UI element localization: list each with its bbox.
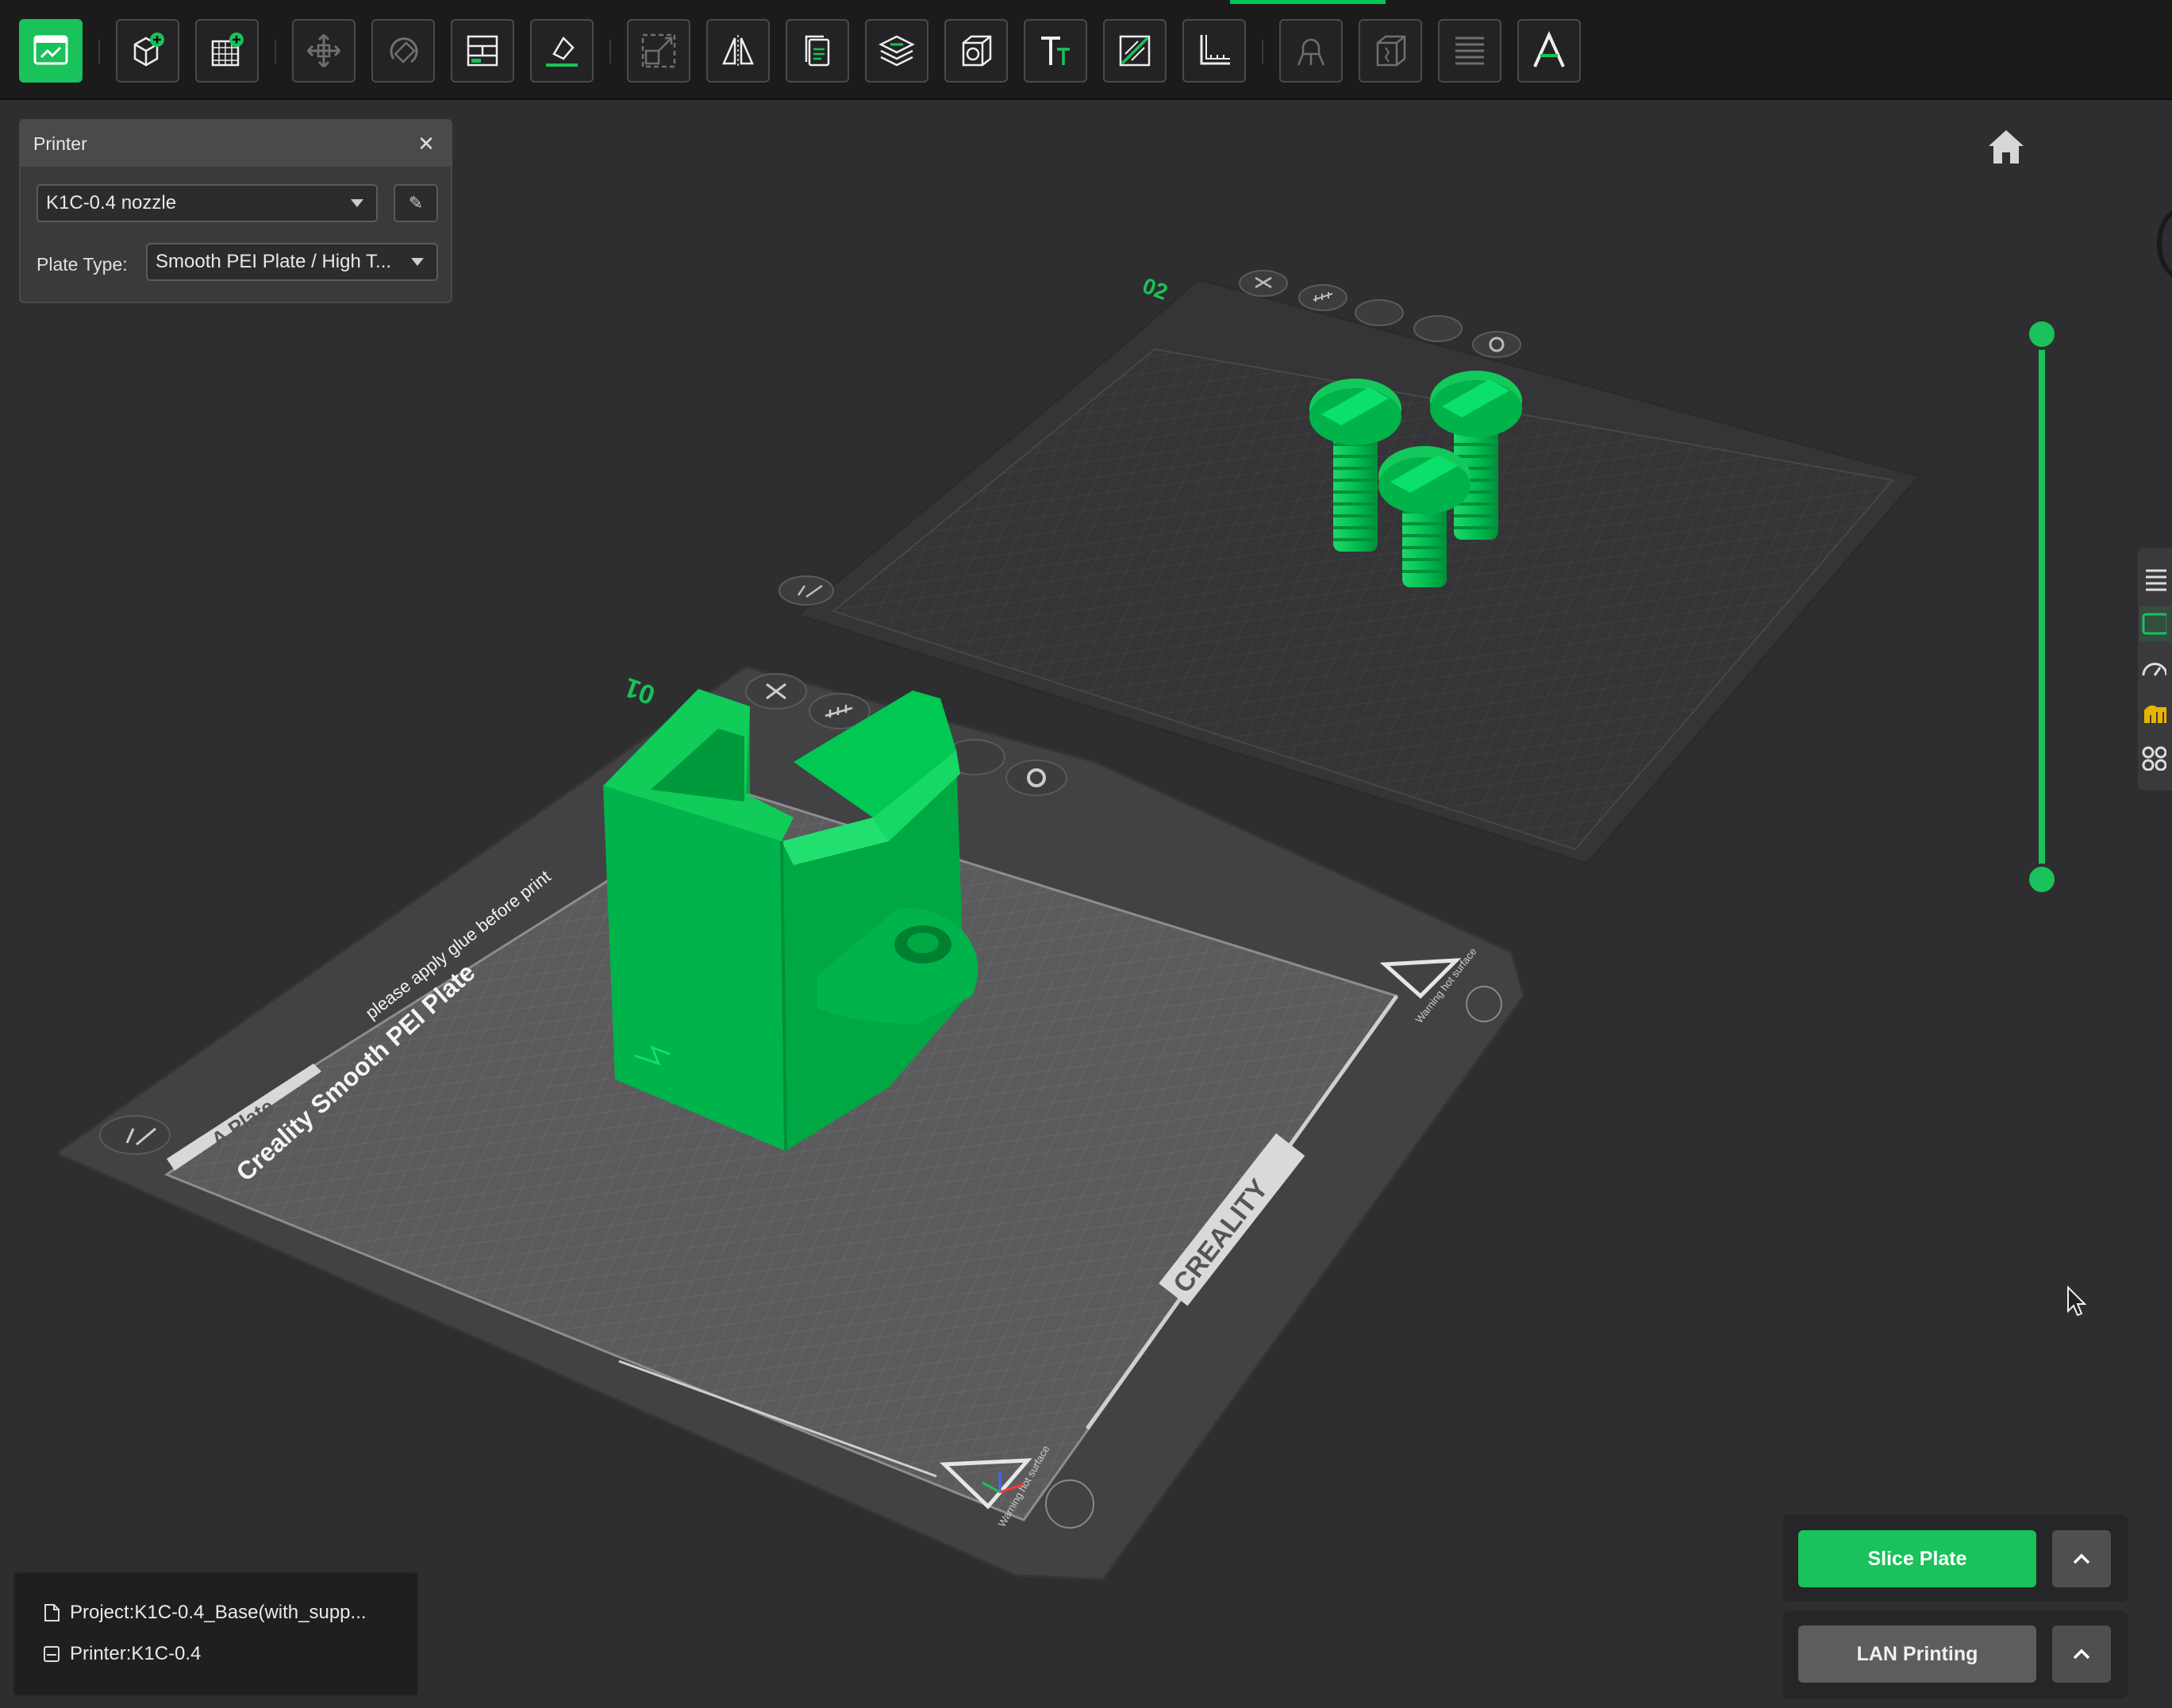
- more-options-icon: [2142, 746, 2166, 771]
- plate-02-settings-icon[interactable]: [1472, 331, 1521, 358]
- add-object-icon: [133, 33, 164, 67]
- move-icon: [306, 33, 341, 68]
- pencil-icon: ✎: [408, 193, 424, 213]
- plate-type-label: Plate Type:: [37, 254, 128, 275]
- top-toolbar: [0, 0, 2172, 100]
- loading-indicator: [1230, 0, 1386, 4]
- plate-02-orient-icon[interactable]: [1355, 299, 1404, 326]
- printer-info-row: Printer:K1C-0.4: [43, 1643, 201, 1665]
- support-paint-icon: [1297, 38, 1325, 66]
- arrange-button[interactable]: [451, 19, 514, 83]
- text-icon: [1041, 37, 1070, 65]
- chevron-up-icon: [2073, 1553, 2090, 1564]
- gauge-icon: [2142, 663, 2166, 676]
- file-icon: [44, 1604, 60, 1621]
- mirror-icon: [722, 35, 754, 67]
- prepare-view-button[interactable]: [19, 19, 83, 83]
- measure-icon: [1200, 35, 1230, 65]
- dock-plate-button[interactable]: [2139, 606, 2171, 641]
- plate-02-lock-icon[interactable]: [1413, 315, 1463, 342]
- mouse-cursor-icon: [2067, 1286, 2087, 1317]
- printer-panel: Printer ✕ K1C-0.4 nozzle ✎ Plate Type: S…: [19, 119, 452, 303]
- assembly-text-icon: [1533, 31, 1565, 67]
- scale-button[interactable]: [627, 19, 690, 83]
- build-plate-scene[interactable]: 02 A Plate Creality Smooth PEI Plate ple…: [0, 100, 2172, 1708]
- dock-speed-button[interactable]: [2139, 651, 2171, 686]
- layer-slider-top-handle[interactable]: [2026, 318, 2058, 350]
- printer-select-value: K1C-0.4 nozzle: [46, 192, 177, 213]
- toolbar-separator: [609, 40, 611, 63]
- project-info-panel: Project:K1C-0.4_Base(with_supp... Printe…: [13, 1571, 419, 1697]
- add-object-button[interactable]: [116, 19, 179, 83]
- assembly-text-button[interactable]: [1517, 19, 1581, 83]
- toolbar-separator: [98, 40, 100, 63]
- slice-options-button[interactable]: [2052, 1530, 2111, 1587]
- hollow-button[interactable]: [944, 19, 1008, 83]
- plate-02-number: 02: [1140, 273, 1171, 305]
- side-dock: [2138, 548, 2172, 791]
- move-button[interactable]: [292, 19, 356, 83]
- text-button[interactable]: [1024, 19, 1087, 83]
- project-info-row: Project:K1C-0.4_Base(with_supp...: [43, 1602, 367, 1624]
- plate-01[interactable]: A Plate Creality Smooth PEI Plate please…: [58, 665, 1525, 1581]
- add-plate-button[interactable]: [195, 19, 259, 83]
- rotate-button[interactable]: [371, 19, 435, 83]
- mirror-button[interactable]: [706, 19, 770, 83]
- layer-slider[interactable]: [2025, 317, 2059, 897]
- printer-panel-header: Printer ✕: [21, 121, 451, 167]
- project-name: Project:K1C-0.4_Base(with_supp...: [70, 1602, 367, 1623]
- printer-name: Printer:K1C-0.4: [70, 1643, 202, 1664]
- copy-icon: [805, 35, 830, 67]
- layer-slider-bottom-handle[interactable]: [2026, 864, 2058, 895]
- layers-button[interactable]: [865, 19, 928, 83]
- hollow-icon: [962, 35, 992, 67]
- layers-icon: [878, 35, 915, 67]
- support-icon: [2144, 705, 2166, 723]
- dock-support-button[interactable]: [2139, 695, 2171, 730]
- home-icon[interactable]: [1984, 127, 2028, 167]
- add-plate-icon: [211, 33, 244, 67]
- 3d-viewport[interactable]: 02 A Plate Creality Smooth PEI Plate ple…: [0, 100, 2172, 1708]
- plate-icon: [2142, 613, 2166, 635]
- edit-printer-button[interactable]: ✎: [394, 184, 438, 222]
- variable-layer-icon: [1455, 37, 1484, 65]
- printer-icon: [44, 1646, 60, 1662]
- cut-button[interactable]: [1103, 19, 1167, 83]
- copy-button[interactable]: [786, 19, 849, 83]
- prepare-view-icon: [33, 35, 68, 65]
- chevron-down-icon: [351, 199, 363, 207]
- plate-type-value: Smooth PEI Plate / High T...: [156, 251, 392, 272]
- measure-button[interactable]: [1182, 19, 1246, 83]
- chevron-down-icon: [411, 258, 424, 266]
- cut-icon: [1119, 35, 1151, 67]
- toolbar-separator: [1262, 40, 1263, 63]
- lay-on-face-icon: [546, 36, 578, 67]
- plate-01-number: 01: [621, 671, 659, 710]
- toolbar-separator: [275, 40, 276, 63]
- list-icon: [2146, 569, 2166, 591]
- variable-layer-button[interactable]: [1438, 19, 1501, 83]
- chevron-up-icon: [2073, 1648, 2090, 1660]
- plate-01-edit-icon[interactable]: [99, 1115, 171, 1155]
- plate-01-settings-icon[interactable]: [1005, 760, 1067, 796]
- print-options-button[interactable]: [2052, 1625, 2111, 1683]
- plate-02-edit-icon[interactable]: [778, 575, 834, 606]
- seam-paint-icon: [1376, 35, 1406, 67]
- dock-others-button[interactable]: [2139, 740, 2171, 775]
- support-paint-button[interactable]: [1279, 19, 1343, 83]
- scale-icon: [641, 33, 676, 68]
- arrange-icon: [467, 35, 498, 67]
- plate-type-select[interactable]: Smooth PEI Plate / High T...: [146, 243, 438, 281]
- lan-printing-button[interactable]: LAN Printing: [1798, 1625, 2036, 1683]
- seam-paint-button[interactable]: [1359, 19, 1422, 83]
- slice-action-panel: Slice Plate LAN Printing: [1782, 1514, 2128, 1708]
- printer-panel-title: Printer: [33, 133, 87, 154]
- rotate-icon: [390, 37, 418, 63]
- lay-on-face-button[interactable]: [530, 19, 594, 83]
- dock-objects-button[interactable]: [2139, 562, 2171, 597]
- printer-select[interactable]: K1C-0.4 nozzle: [37, 184, 378, 222]
- close-icon[interactable]: ✕: [414, 132, 438, 156]
- slice-plate-button[interactable]: Slice Plate: [1798, 1530, 2036, 1587]
